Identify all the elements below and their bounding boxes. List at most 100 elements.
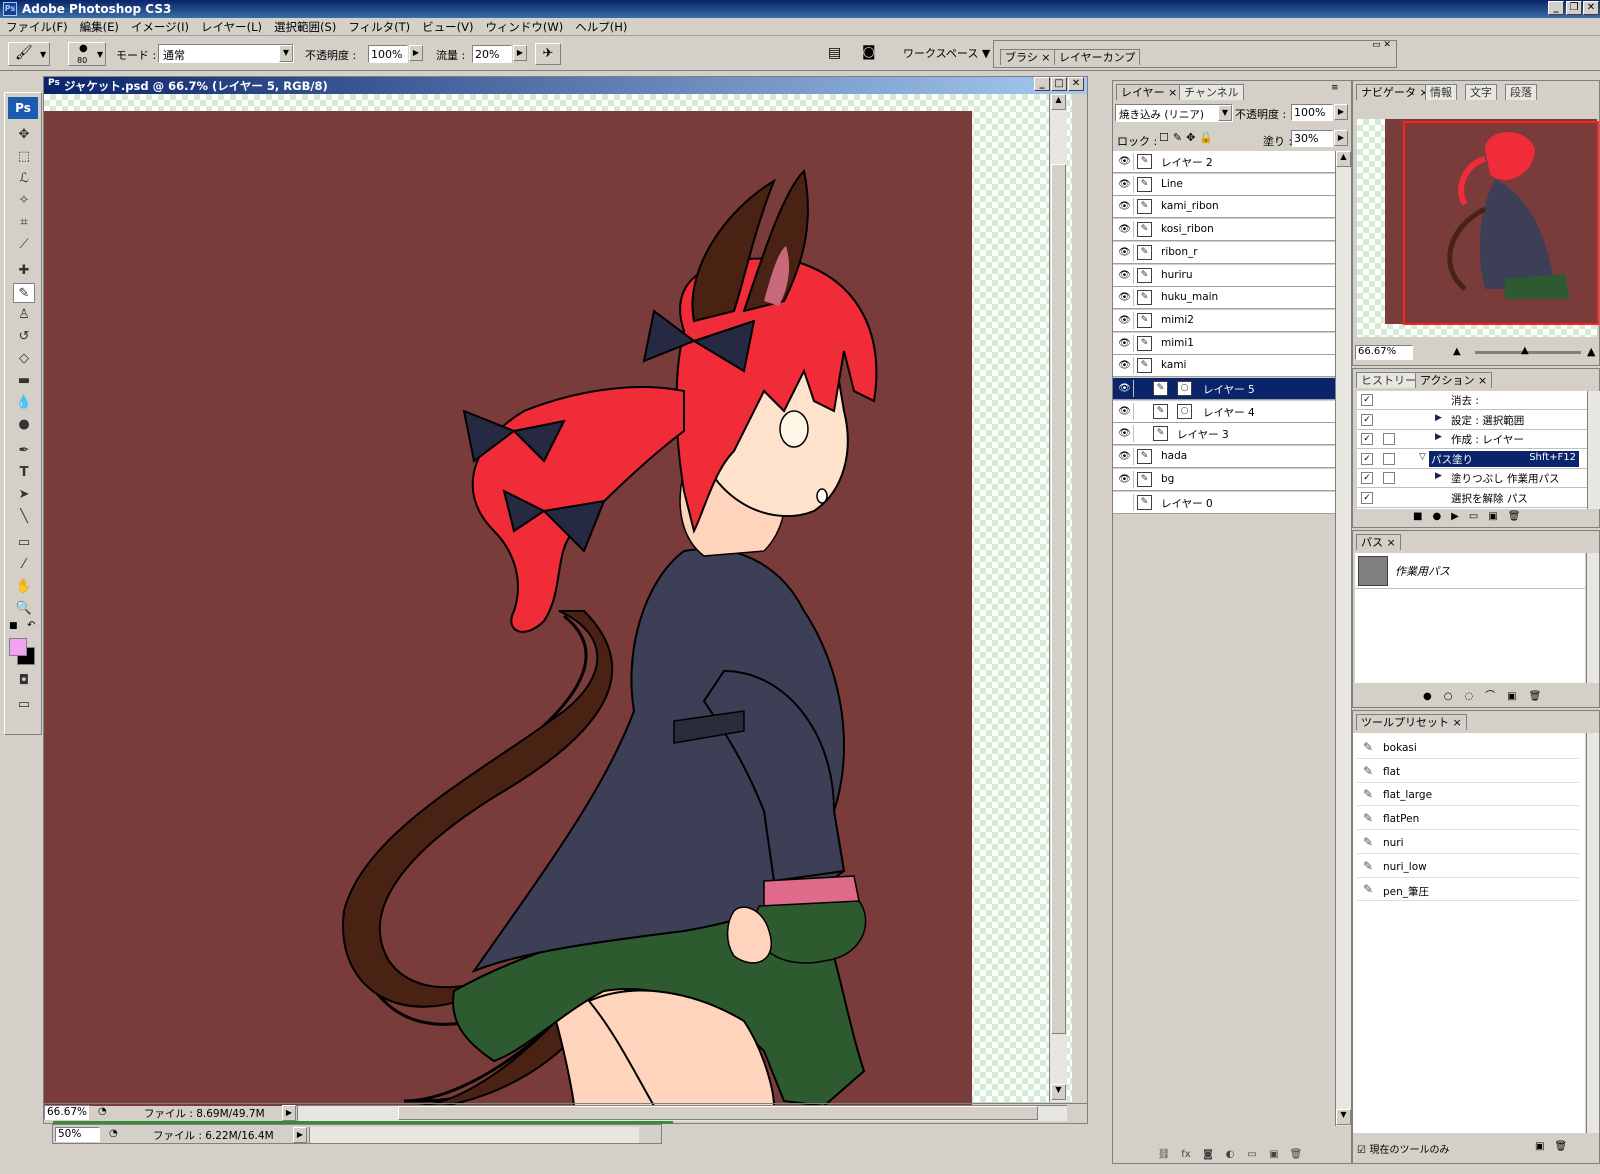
pen-tool-icon[interactable]: ✒ — [13, 441, 35, 461]
preset-row[interactable]: ✎ flat — [1357, 760, 1579, 783]
eye-icon[interactable]: 👁 — [1116, 153, 1134, 170]
action-row[interactable]: ✓ ▶ 塗りつぶし 作業用パス — [1357, 469, 1587, 489]
layer-row[interactable]: 👁 ✎ レイヤー 2 — [1113, 151, 1335, 173]
actions-vscroll[interactable] — [1587, 391, 1600, 509]
layer-row[interactable]: 👁 ✎ kami_ribon — [1113, 196, 1335, 219]
crop-tool-icon[interactable]: ⌗ — [13, 213, 35, 233]
flow-slider-button[interactable]: ▶ — [513, 45, 527, 61]
preset-row[interactable]: ✎ bokasi — [1357, 737, 1579, 759]
eye-icon[interactable]: 👁 — [1116, 175, 1134, 193]
tab-info[interactable]: 情報 — [1425, 84, 1457, 100]
marquee-tool-icon[interactable]: ⬚ — [13, 147, 35, 167]
type-tool-icon[interactable]: T — [13, 463, 35, 483]
presets-footer-icons[interactable]: ▣🗑 — [1535, 1141, 1577, 1152]
navigator-thumbnail[interactable] — [1357, 119, 1599, 337]
dock-controls-icon[interactable]: ▭ ✕ — [1372, 40, 1391, 50]
eye-icon[interactable]: 👁 — [1116, 357, 1134, 375]
current-tool-only-checkbox[interactable]: ☑ 現在のツールのみ — [1357, 1141, 1449, 1156]
preset-row[interactable]: ✎ flatPen — [1357, 808, 1579, 831]
layer-row[interactable]: 👁 ✎ ribon_r — [1113, 241, 1335, 264]
hscroll-thumb[interactable] — [398, 1106, 1038, 1120]
blur-tool-icon[interactable]: 💧 — [13, 393, 35, 413]
workspace-menu[interactable]: ワークスペース ▼ — [903, 45, 990, 61]
scroll-up-icon[interactable]: ▲ — [1336, 151, 1351, 167]
preset-row[interactable]: ✎ pen_筆圧 — [1357, 879, 1579, 902]
eyedropper-icon[interactable]: ⁄ — [13, 555, 35, 575]
lock-icons[interactable]: ☐✎✥🔒 — [1159, 131, 1217, 144]
link-layers-icon[interactable]: ⛓ — [1157, 1149, 1171, 1163]
scroll-down-icon[interactable]: ▼ — [1336, 1109, 1351, 1125]
swap-colors-icon[interactable]: ↶ — [27, 620, 35, 631]
menu-filter[interactable]: フィルタ(T) — [342, 18, 416, 36]
stamp-tool-icon[interactable]: ♙ — [13, 305, 35, 325]
preset-row[interactable]: ✎ nuri_low — [1357, 855, 1579, 878]
status2-menu-arrow-icon[interactable]: ▶ — [293, 1127, 307, 1143]
action-row[interactable]: ✓ ▽ パス塗り Shft+F12 — [1357, 449, 1587, 469]
hand-tool-icon[interactable]: ✋ — [13, 577, 35, 597]
menu-layer[interactable]: レイヤー(L) — [195, 18, 268, 36]
tool-preset-picker[interactable]: 🖌 ▼ — [8, 42, 50, 66]
tab-character[interactable]: 文字 — [1465, 84, 1497, 100]
path-select-icon[interactable]: ➤ — [13, 485, 35, 505]
doc-close-icon[interactable]: ✕ — [1068, 77, 1084, 91]
airbrush-icon[interactable]: ✈ — [535, 43, 561, 65]
path-row[interactable]: 作業用パス — [1355, 553, 1585, 589]
collapse-arrow-icon[interactable]: ▶ — [1435, 432, 1442, 442]
lasso-tool-icon[interactable]: ℒ — [13, 169, 35, 189]
maximize-icon[interactable]: ❐ — [1566, 1, 1582, 15]
notes-tool-icon[interactable]: ▭ — [13, 533, 35, 553]
menu-window[interactable]: ウィンドウ(W) — [479, 18, 569, 36]
tab-tool-presets[interactable]: ツールプリセット × — [1356, 714, 1467, 730]
action-enabled-checkbox[interactable]: ✓ — [1361, 492, 1373, 504]
collapse-arrow-icon[interactable]: ▶ — [1435, 471, 1442, 481]
menu-file[interactable]: ファイル(F) — [0, 18, 74, 36]
eye-icon[interactable]: 👁 — [1116, 448, 1134, 466]
doc-minimize-icon[interactable]: _ — [1034, 77, 1050, 91]
eye-icon[interactable]: 👁 — [1116, 221, 1134, 239]
new-layer-icon[interactable]: ▣ — [1267, 1149, 1281, 1163]
slice-tool-icon[interactable]: ⟋ — [13, 235, 35, 255]
palette-well-icon[interactable]: ▤ — [828, 45, 841, 61]
adjustment-layer-icon[interactable]: ◐ — [1223, 1149, 1237, 1163]
fill-input[interactable]: 30% — [1291, 130, 1333, 147]
mode-select[interactable]: 通常 ▼ — [158, 44, 294, 63]
actions-footer-icons[interactable]: ■●▶▭▣🗑 — [1413, 511, 1530, 522]
navigator-zoom[interactable]: 66.67% — [1355, 345, 1413, 360]
layer-row[interactable]: 👁 ✎ レイヤー 3 — [1113, 423, 1335, 446]
layer-row[interactable]: 👁 ✎ ○ レイヤー 5 — [1113, 378, 1335, 400]
canvas-area[interactable] — [44, 94, 1072, 1106]
fill-slider-icon[interactable]: ▶ — [1334, 130, 1348, 146]
action-row[interactable]: ✓ ▶ 作成 : レイヤー — [1357, 430, 1587, 450]
dialog-toggle-checkbox[interactable] — [1383, 452, 1395, 465]
layer-row[interactable]: 👁 ✎ kosi_ribon — [1113, 219, 1335, 242]
layer-row[interactable]: 👁 ✎ huriru — [1113, 264, 1335, 287]
menu-select[interactable]: 選択範囲(S) — [268, 18, 342, 36]
action-enabled-checkbox[interactable]: ✓ — [1361, 472, 1373, 485]
eye-icon[interactable]: 👁 — [1116, 334, 1134, 352]
eye-icon[interactable]: 👁 — [1116, 402, 1134, 420]
line-tool-icon[interactable]: ╲ — [13, 507, 35, 527]
action-row[interactable]: ✓ 選択を解除 パス — [1357, 489, 1587, 508]
screen-mode-icon[interactable]: ▭ — [13, 695, 35, 715]
healing-brush-icon[interactable]: ✚ — [13, 261, 35, 281]
opacity-input[interactable]: 100% — [368, 45, 408, 63]
layer-opacity-slider-icon[interactable]: ▶ — [1334, 104, 1348, 120]
navigator-view-box[interactable] — [1403, 121, 1599, 325]
preset-row[interactable]: ✎ nuri — [1357, 831, 1579, 854]
zoom-slider-thumb[interactable]: ▲ — [1521, 345, 1529, 356]
action-enabled-checkbox[interactable]: ✓ — [1361, 433, 1373, 446]
blend-mode-select[interactable]: 焼き込み (リニア) ▼ — [1115, 104, 1233, 122]
status-icon[interactable]: ◔ — [98, 1106, 107, 1117]
status2-icon[interactable]: ◔ — [109, 1128, 118, 1139]
quick-mask-icon[interactable]: ◘ — [13, 671, 35, 691]
foreground-color-swatch[interactable] — [9, 638, 27, 656]
layer-row[interactable]: 👁 ✎ ○ レイヤー 4 — [1113, 400, 1335, 423]
scroll-down-icon[interactable]: ▼ — [1051, 1084, 1066, 1100]
collapse-arrow-icon[interactable]: ▶ — [1435, 413, 1442, 423]
doc-maximize-icon[interactable]: □ — [1051, 77, 1067, 91]
expand-arrow-icon[interactable]: ▽ — [1419, 452, 1426, 462]
action-enabled-checkbox[interactable]: ✓ — [1361, 452, 1373, 465]
brush-tool-icon[interactable]: ✎ — [13, 283, 35, 303]
eraser-tool-icon[interactable]: ◇ — [13, 349, 35, 369]
trash-icon[interactable]: 🗑 — [1289, 1149, 1303, 1163]
